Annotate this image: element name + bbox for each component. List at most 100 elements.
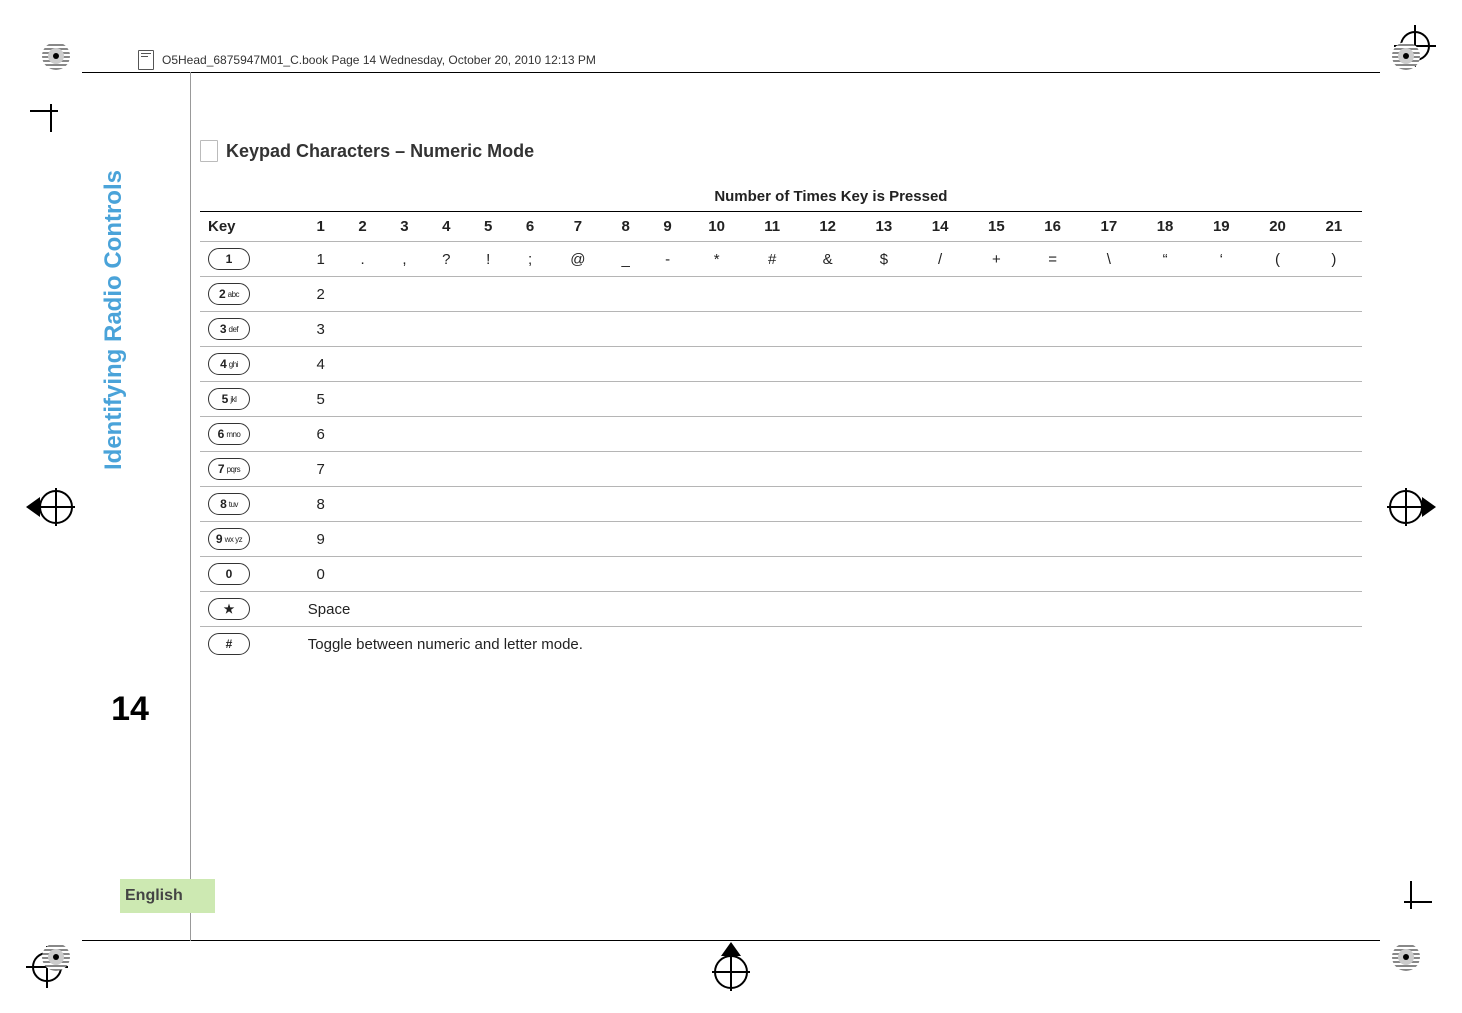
char-cell — [1081, 487, 1137, 522]
key-cell: 1 — [200, 242, 300, 277]
char-cell — [342, 382, 384, 417]
col-header: 9 — [647, 212, 689, 242]
table-row: 5jkl5 — [200, 382, 1362, 417]
header-rule — [82, 72, 1380, 73]
char-cell — [856, 487, 912, 522]
language-label: English — [125, 887, 183, 905]
char-cell — [425, 557, 467, 592]
char-cell — [745, 277, 800, 312]
char-cell — [509, 487, 551, 522]
char-cell — [1137, 347, 1193, 382]
char-cell — [509, 452, 551, 487]
char-cell — [689, 557, 745, 592]
char-cell: 1 — [300, 242, 342, 277]
char-cell — [605, 347, 647, 382]
char-cell — [1193, 347, 1249, 382]
char-cell — [1081, 382, 1137, 417]
char-cell — [509, 347, 551, 382]
char-cell — [425, 522, 467, 557]
char-cell — [467, 382, 509, 417]
char-cell — [425, 382, 467, 417]
char-cell: ( — [1249, 242, 1305, 277]
keypad-key: 3def — [208, 318, 250, 340]
char-cell — [856, 522, 912, 557]
char-cell — [1024, 452, 1080, 487]
char-cell — [856, 417, 912, 452]
key-cell: 4ghi — [200, 347, 300, 382]
char-cell — [647, 312, 689, 347]
char-cell — [425, 347, 467, 382]
char-cell — [647, 347, 689, 382]
char-cell — [1306, 417, 1362, 452]
char-cell — [1249, 557, 1305, 592]
char-cell: & — [800, 242, 856, 277]
char-cell — [689, 417, 745, 452]
key-cell: 7pqrs — [200, 452, 300, 487]
char-cell: 5 — [300, 382, 342, 417]
char-cell — [551, 382, 605, 417]
char-cell — [912, 557, 968, 592]
char-cell — [800, 522, 856, 557]
char-cell — [1193, 382, 1249, 417]
char-cell — [1081, 557, 1137, 592]
char-cell — [912, 312, 968, 347]
char-cell — [1137, 452, 1193, 487]
char-cell — [689, 347, 745, 382]
char-cell — [912, 522, 968, 557]
char-cell — [1193, 277, 1249, 312]
char-cell — [1249, 312, 1305, 347]
char-cell: , — [384, 242, 426, 277]
char-cell — [342, 312, 384, 347]
table-row: 4ghi4 — [200, 347, 1362, 382]
char-cell — [605, 417, 647, 452]
char-cell — [800, 417, 856, 452]
char-cell — [1024, 347, 1080, 382]
table-row: 3def3 — [200, 312, 1362, 347]
char-cell — [1024, 277, 1080, 312]
char-cell — [856, 557, 912, 592]
page-header: O5Head_6875947M01_C.book Page 14 Wednesd… — [138, 50, 596, 70]
char-cell: * — [689, 242, 745, 277]
char-cell — [1024, 312, 1080, 347]
char-cell — [745, 487, 800, 522]
char-cell — [1024, 417, 1080, 452]
char-cell — [1024, 557, 1080, 592]
char-cell: \ — [1081, 242, 1137, 277]
char-cell — [1306, 382, 1362, 417]
char-cell — [384, 312, 426, 347]
margin-guide — [190, 72, 191, 941]
char-cell — [1193, 452, 1249, 487]
registration-circle-top-right — [1392, 42, 1420, 70]
char-cell — [968, 277, 1024, 312]
char-cell — [467, 522, 509, 557]
char-cell — [384, 382, 426, 417]
char-cell — [912, 277, 968, 312]
col-header: 12 — [800, 212, 856, 242]
char-cell — [1306, 347, 1362, 382]
char-cell — [800, 312, 856, 347]
char-cell — [1024, 487, 1080, 522]
char-cell: = — [1024, 242, 1080, 277]
table-caption: Number of Times Key is Pressed — [300, 182, 1362, 212]
char-cell — [689, 487, 745, 522]
char-cell — [425, 312, 467, 347]
keypad-key: 4ghi — [208, 353, 250, 375]
char-cell — [342, 277, 384, 312]
char-cell — [1249, 487, 1305, 522]
char-cell — [467, 452, 509, 487]
char-cell — [342, 487, 384, 522]
char-cell — [467, 312, 509, 347]
char-cell: $ — [856, 242, 912, 277]
char-cell — [342, 347, 384, 382]
section-label: Identifying Radio Controls — [100, 170, 128, 470]
table-row: 9wx yz9 — [200, 522, 1362, 557]
keypad-characters-table: Number of Times Key is Pressed Key 12345… — [200, 182, 1362, 661]
char-cell: # — [745, 242, 800, 277]
char-cell — [1137, 417, 1193, 452]
char-cell — [551, 557, 605, 592]
col-header: 16 — [1024, 212, 1080, 242]
char-cell — [968, 417, 1024, 452]
char-cell — [1306, 452, 1362, 487]
key-cell: 5jkl — [200, 382, 300, 417]
char-cell — [605, 452, 647, 487]
